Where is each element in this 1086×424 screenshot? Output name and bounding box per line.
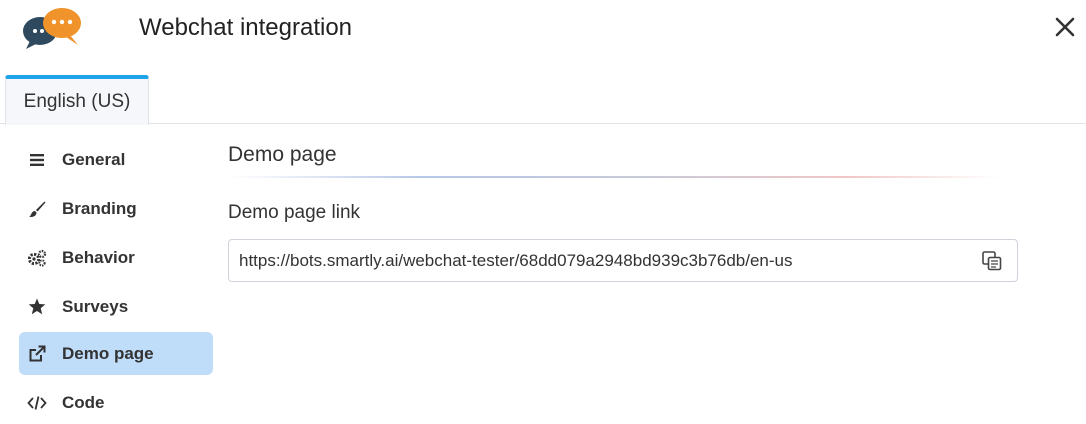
main-content: Demo page Demo page link https://bots.sm… bbox=[228, 123, 1048, 411]
section-title: Demo page bbox=[228, 143, 337, 166]
sidebar-item-label: Code bbox=[62, 392, 105, 412]
star-icon bbox=[26, 297, 48, 317]
sidebar: General Branding Behavior Surveys Demo p… bbox=[0, 123, 220, 412]
language-tab-bar: English (US) bbox=[0, 75, 1086, 125]
copy-icon[interactable] bbox=[981, 250, 1003, 272]
sidebar-item-general[interactable]: General bbox=[19, 138, 213, 181]
sidebar-item-surveys[interactable]: Surveys bbox=[19, 285, 213, 328]
demo-link-value[interactable]: https://bots.smartly.ai/webchat-tester/6… bbox=[239, 240, 793, 281]
code-icon bbox=[26, 393, 48, 413]
sidebar-item-branding[interactable]: Branding bbox=[19, 187, 213, 230]
list-icon bbox=[26, 150, 48, 170]
gears-icon bbox=[26, 248, 48, 268]
section-divider bbox=[228, 176, 1000, 178]
close-icon[interactable] bbox=[1054, 15, 1076, 39]
sidebar-item-label: Surveys bbox=[62, 296, 129, 316]
sidebar-item-label: Demo page bbox=[62, 343, 154, 363]
sidebar-item-label: General bbox=[62, 149, 126, 169]
chat-bubbles-icon bbox=[23, 8, 81, 49]
sidebar-item-label: Behavior bbox=[62, 247, 135, 267]
sidebar-item-behavior[interactable]: Behavior bbox=[19, 236, 213, 279]
sidebar-item-label: Branding bbox=[62, 198, 137, 218]
sidebar-item-code[interactable]: Code bbox=[19, 381, 213, 424]
demo-link-label: Demo page link bbox=[228, 202, 361, 223]
page-title: Webchat integration bbox=[139, 14, 353, 41]
header: Webchat integration bbox=[0, 0, 1086, 75]
tab-english-us[interactable]: English (US) bbox=[5, 75, 149, 125]
demo-link-field[interactable]: https://bots.smartly.ai/webchat-tester/6… bbox=[228, 239, 1018, 282]
paintbrush-icon bbox=[26, 199, 48, 219]
sidebar-item-demo-page[interactable]: Demo page bbox=[19, 332, 213, 375]
external-link-icon bbox=[26, 344, 48, 364]
